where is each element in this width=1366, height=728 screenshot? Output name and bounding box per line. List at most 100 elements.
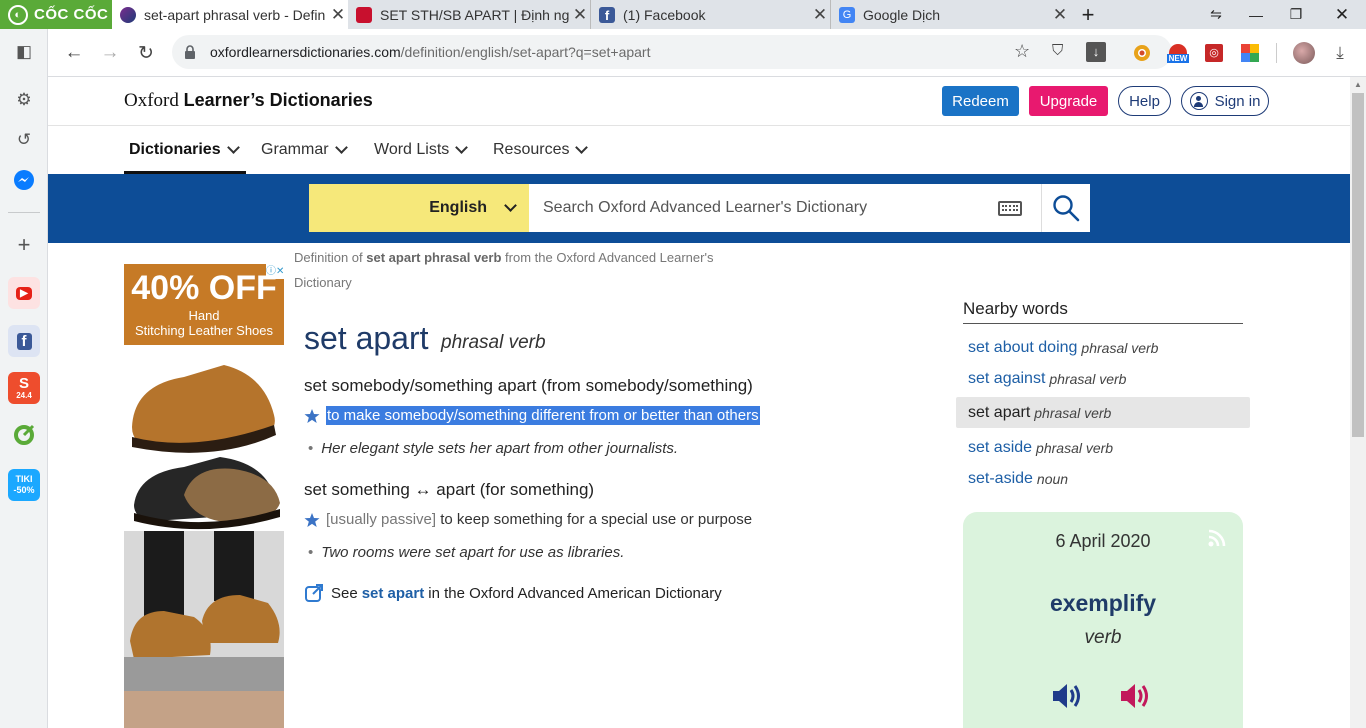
- tab-cambridge[interactable]: SET STH/SB APART | Định ngh ✕: [348, 0, 590, 29]
- menu-label: Dictionaries: [129, 141, 221, 158]
- reload-icon[interactable]: ↻: [129, 36, 163, 70]
- close-icon[interactable]: ✕: [1050, 5, 1070, 25]
- word-of-the-day-card[interactable]: 6 April 2020 exemplify verb: [963, 512, 1243, 728]
- nearby-word-item[interactable]: set aside phrasal verb: [956, 432, 1250, 463]
- tab-search-icon[interactable]: ⇋: [1196, 0, 1236, 29]
- nearby-word: set about doing: [968, 338, 1078, 356]
- menu-label: Grammar: [261, 141, 329, 158]
- tab-oxford[interactable]: set-apart phrasal verb - Defin ✕: [112, 0, 348, 29]
- example-text: Two rooms were set apart for use as libr…: [321, 544, 625, 561]
- sign-in-label: Sign in: [1214, 92, 1261, 110]
- tiki-app-icon[interactable]: TIKI -50%: [8, 469, 40, 501]
- close-icon[interactable]: ✕: [570, 5, 590, 25]
- tab-google-translate[interactable]: G Google Dịch ✕: [830, 0, 1070, 29]
- shopee-app-icon[interactable]: S 24.4: [8, 372, 40, 404]
- web-page: Oxford Learner’s Dictionaries Redeem Upg…: [48, 77, 1350, 728]
- url-domain: oxfordlearnersdictionaries.com: [210, 44, 401, 60]
- redeem-button[interactable]: Redeem: [942, 86, 1019, 116]
- example-sentence: • Her elegant style sets her apart from o…: [308, 440, 679, 457]
- nearby-word-item[interactable]: set about doing phrasal verb: [956, 332, 1250, 363]
- nearby-pos: phrasal verb: [1049, 370, 1127, 387]
- menu-grammar[interactable]: Grammar: [261, 141, 348, 159]
- bookmark-star-icon[interactable]: ☆: [1014, 41, 1030, 62]
- crumb-prefix: Definition of: [294, 250, 363, 265]
- part-of-speech: phrasal verb: [441, 332, 546, 353]
- nearby-pos: phrasal verb: [1034, 404, 1112, 421]
- nearby-word-item[interactable]: set against phrasal verb: [956, 363, 1250, 394]
- ad-banner: ⓘ✕ 40% OFF Hand Stitching Leather Shoes: [124, 264, 284, 345]
- scrollbar-thumb[interactable]: [1352, 93, 1364, 437]
- upgrade-button[interactable]: Upgrade: [1029, 86, 1108, 116]
- help-button[interactable]: Help: [1118, 86, 1171, 116]
- downloads-icon[interactable]: ⤓: [1327, 40, 1353, 66]
- menu-resources[interactable]: Resources: [493, 141, 589, 159]
- profile-avatar[interactable]: [1291, 40, 1317, 66]
- history-icon[interactable]: ↺: [8, 124, 40, 156]
- add-app-plus-icon[interactable]: +: [8, 229, 40, 261]
- grammar-label: [usually passive]: [326, 511, 437, 528]
- scroll-up-arrow-icon[interactable]: ▲: [1350, 77, 1366, 93]
- search-button[interactable]: [1041, 184, 1090, 232]
- chevron-down-icon: [455, 141, 469, 154]
- browser-toolbar: ← → ↻ oxfordlearnersdictionaries.com/def…: [48, 29, 1366, 77]
- chevron-down-icon: [226, 141, 240, 154]
- back-arrow-icon[interactable]: ←: [57, 36, 91, 70]
- shield-icon[interactable]: ⛉: [1052, 42, 1063, 59]
- speaker-british-icon[interactable]: [1051, 680, 1085, 712]
- language-label: English: [429, 199, 487, 216]
- window-close-icon[interactable]: ✕: [1322, 0, 1362, 29]
- language-select[interactable]: English: [309, 184, 529, 232]
- search-input[interactable]: [529, 184, 1041, 232]
- tab-title: Google Dịch: [863, 6, 941, 23]
- definition-source: Definition of set apart phrasal verb fro…: [294, 245, 754, 295]
- red-glyph: ◎: [1205, 44, 1223, 62]
- close-icon[interactable]: ✕: [810, 5, 830, 25]
- new-extension-icon[interactable]: NEW: [1165, 40, 1191, 66]
- nearby-word-item[interactable]: set-aside noun: [956, 463, 1250, 494]
- keyboard-icon[interactable]: [998, 201, 1022, 216]
- wotd-pos: verb: [1084, 627, 1122, 648]
- google-translate-favicon-icon: G: [839, 6, 855, 23]
- menu-word-lists[interactable]: Word Lists: [374, 141, 469, 159]
- example-sentence: • Two rooms were set apart for use as lib…: [308, 544, 625, 561]
- sign-in-button[interactable]: Sign in: [1181, 86, 1269, 116]
- logo-learners-dictionaries: Learner’s Dictionaries: [183, 90, 373, 110]
- settings-gear-icon[interactable]: ⚙: [8, 84, 40, 116]
- page-scrollbar[interactable]: ▲: [1350, 77, 1366, 728]
- rss-icon[interactable]: [1207, 528, 1227, 548]
- minimize-icon[interactable]: —: [1236, 0, 1276, 29]
- wotd-word[interactable]: exemplify: [963, 590, 1243, 617]
- tab-title: SET STH/SB APART | Định ngh: [380, 6, 570, 23]
- adchoices-icon[interactable]: ⓘ✕: [266, 264, 284, 279]
- facebook-app-icon[interactable]: f: [8, 325, 40, 357]
- tab-facebook[interactable]: f (1) Facebook ✕: [590, 0, 830, 29]
- site-logo[interactable]: Oxford Learner’s Dictionaries: [124, 90, 373, 112]
- menu-dictionaries[interactable]: Dictionaries: [129, 141, 240, 159]
- ad-hands-image: [124, 691, 284, 728]
- nearby-word-item-selected[interactable]: set apart phrasal verb: [956, 397, 1250, 428]
- chrome-extension-icon[interactable]: [1129, 40, 1155, 66]
- leaf-app-icon[interactable]: [8, 419, 40, 451]
- avatar-image: [1293, 42, 1315, 64]
- advertisement[interactable]: ⓘ✕ 40% OFF Hand Stitching Leather Shoes: [124, 264, 284, 728]
- coccoc-logo[interactable]: ◐ CỐC CỐC: [0, 0, 112, 29]
- forward-arrow-icon[interactable]: →: [93, 36, 127, 70]
- messenger-icon[interactable]: [8, 164, 40, 196]
- example-text: Her elegant style sets her apart from ot…: [321, 440, 679, 457]
- tab-title: set-apart phrasal verb - Defin: [144, 6, 326, 23]
- coccoc-brand: CỐC CỐC: [34, 6, 109, 23]
- restore-icon[interactable]: ❐: [1276, 0, 1316, 29]
- red-extension-icon[interactable]: ◎: [1201, 40, 1227, 66]
- color-grid-extension-icon[interactable]: [1237, 40, 1263, 66]
- close-icon[interactable]: ✕: [328, 5, 348, 25]
- new-tab-plus-icon[interactable]: +: [1068, 0, 1108, 29]
- sidebar-toggle-icon[interactable]: ◧: [8, 36, 40, 68]
- see-link[interactable]: set apart: [362, 585, 425, 602]
- logo-oxford: Oxford: [124, 90, 179, 111]
- nearby-word: set against: [968, 369, 1046, 387]
- address-bar[interactable]: oxfordlearnersdictionaries.com/definitio…: [172, 35, 1172, 69]
- download-page-icon[interactable]: ↓: [1086, 42, 1106, 62]
- url-path: /definition/english/set-apart?q=set+apar…: [400, 44, 651, 60]
- speaker-american-icon[interactable]: [1119, 680, 1153, 712]
- youtube-app-icon[interactable]: ▶: [8, 277, 40, 309]
